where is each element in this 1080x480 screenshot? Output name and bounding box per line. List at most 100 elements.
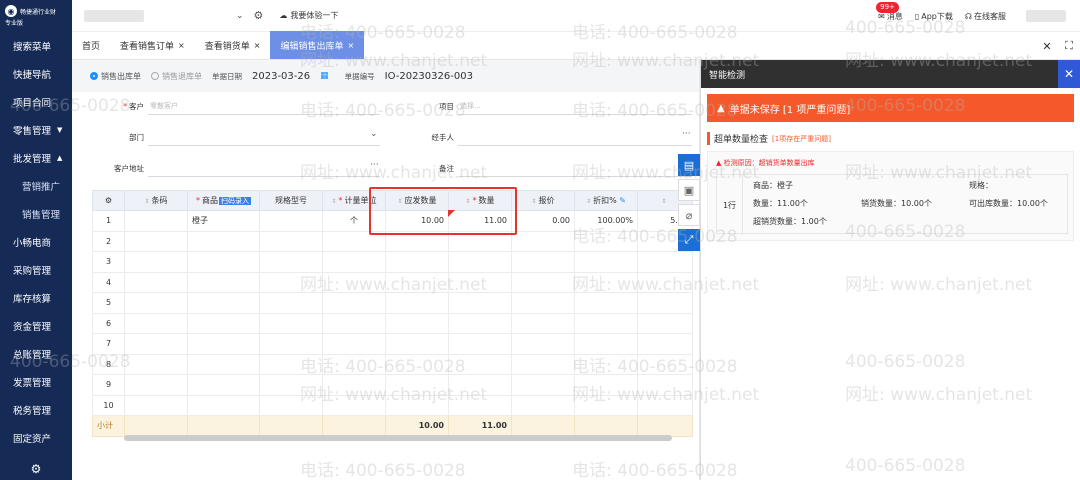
sidebar-item[interactable]: 营销推广 [0,172,72,200]
cell-spec[interactable] [259,312,323,334]
cell-qty[interactable] [448,292,512,314]
cell-barcode[interactable] [124,251,188,273]
cell-discount[interactable] [574,292,638,314]
cell-price[interactable] [511,374,575,396]
radio-sales-out[interactable]: 销售出库单 [90,71,141,82]
sidebar-item[interactable]: 固定资产 [0,424,72,452]
cell-price[interactable] [511,292,575,314]
cell-barcode[interactable] [124,230,188,252]
cell-extra[interactable] [637,292,693,314]
cell-price[interactable] [511,312,575,334]
tab-item[interactable]: 首页 [72,31,110,59]
tab-item[interactable]: 编辑销售出库单 × [270,31,365,59]
cell-qty[interactable] [448,230,512,252]
edit-icon[interactable]: ✎ [619,196,626,205]
app-download-button[interactable]: ▯ App下载 [915,11,953,22]
cell-barcode[interactable] [124,394,188,416]
sidebar-item[interactable]: 税务管理 [0,396,72,424]
cell-discount[interactable] [574,333,638,355]
cell-extra[interactable] [637,333,693,355]
cell-spec[interactable] [259,210,323,232]
cell-due_qty[interactable] [385,353,449,375]
cell-unit[interactable] [322,333,386,355]
cell-spec[interactable] [259,353,323,375]
dept-dropdown-icon[interactable]: ⌄ [370,129,378,139]
cell-due_qty[interactable]: 10.00 [385,210,449,232]
cell-price[interactable] [511,394,575,416]
cell-product[interactable] [187,312,260,334]
cell-due_qty[interactable] [385,230,449,252]
attachment-icon[interactable]: ⌀ [678,204,700,226]
cell-unit[interactable] [322,271,386,293]
settings-gear-icon[interactable]: ⚙ [0,462,72,476]
cell-unit[interactable] [322,292,386,314]
fullscreen-icon[interactable]: ⛶ [1058,39,1080,53]
cell-extra[interactable] [637,251,693,273]
cell-product[interactable] [187,394,260,416]
cell-product[interactable] [187,271,260,293]
calendar-icon[interactable]: ▦ [320,71,329,81]
cell-spec[interactable] [259,333,323,355]
cell-unit[interactable] [322,251,386,273]
cell-extra[interactable] [637,374,693,396]
cell-due_qty[interactable] [385,251,449,273]
cell-discount[interactable] [574,374,638,396]
sidebar-item[interactable]: 资金管理 [0,312,72,340]
sidebar-item[interactable]: 批发管理 ▲ [0,144,72,172]
cell-qty[interactable] [448,374,512,396]
sidebar-item[interactable]: 小畅电商 [0,228,72,256]
project-input[interactable]: 选择... [460,101,481,111]
cell-due_qty[interactable] [385,312,449,334]
cell-unit[interactable] [322,374,386,396]
cell-barcode[interactable] [124,271,188,293]
user-avatar[interactable] [1026,10,1066,22]
cell-due_qty[interactable] [385,394,449,416]
support-button[interactable]: ☊ 在线客服 [965,11,1006,22]
cell-barcode[interactable] [124,333,188,355]
cell-due_qty[interactable] [385,292,449,314]
sidebar-item[interactable]: 搜索菜单 [0,32,72,60]
sidebar-item[interactable]: 销售管理 [0,200,72,228]
cell-product[interactable] [187,251,260,273]
sidebar-item[interactable]: 采购管理 [0,256,72,284]
cell-spec[interactable] [259,374,323,396]
cell-price[interactable] [511,333,575,355]
cell-qty[interactable] [448,353,512,375]
cell-qty[interactable] [448,312,512,334]
cell-price[interactable] [511,353,575,375]
cell-discount[interactable] [574,230,638,252]
cell-spec[interactable] [259,230,323,252]
tab-close-icon[interactable]: × [254,41,261,50]
cell-unit[interactable] [322,312,386,334]
handler-input[interactable] [458,145,692,146]
cell-barcode[interactable] [124,312,188,334]
cell-barcode[interactable] [124,353,188,375]
panel-close-icon[interactable]: ✕ [1058,60,1080,88]
cell-price[interactable]: 0.00 [511,210,575,232]
grid-settings-icon[interactable]: ⚙ [92,190,125,211]
cell-price[interactable] [511,230,575,252]
sidebar-item[interactable]: 项目合同 [0,88,72,116]
address-more-icon[interactable]: ··· [370,160,379,170]
cell-qty[interactable] [448,251,512,273]
cell-discount[interactable]: 100.00% [574,210,638,232]
cell-extra[interactable] [637,312,693,334]
cell-unit[interactable] [322,394,386,416]
cell-qty[interactable] [448,333,512,355]
smart-check-icon[interactable]: ▤ [678,154,700,176]
handler-more-icon[interactable]: ··· [682,129,691,139]
sidebar-item[interactable]: 发票管理 [0,368,72,396]
tab-close-icon[interactable]: × [347,41,354,50]
cell-unit[interactable]: 个 [322,210,386,232]
cell-due_qty[interactable] [385,333,449,355]
horizontal-scrollbar[interactable] [124,435,672,441]
cell-discount[interactable] [574,353,638,375]
cell-spec[interactable] [259,292,323,314]
settings-icon[interactable]: ⚙ [254,9,264,22]
radio-sales-return[interactable]: 销售退库单 [151,71,202,82]
cell-product[interactable]: 橙子 [187,210,260,232]
close-all-icon[interactable]: ✕ [1036,40,1058,53]
cell-discount[interactable] [574,251,638,273]
cell-price[interactable] [511,271,575,293]
dept-input[interactable] [148,145,380,146]
